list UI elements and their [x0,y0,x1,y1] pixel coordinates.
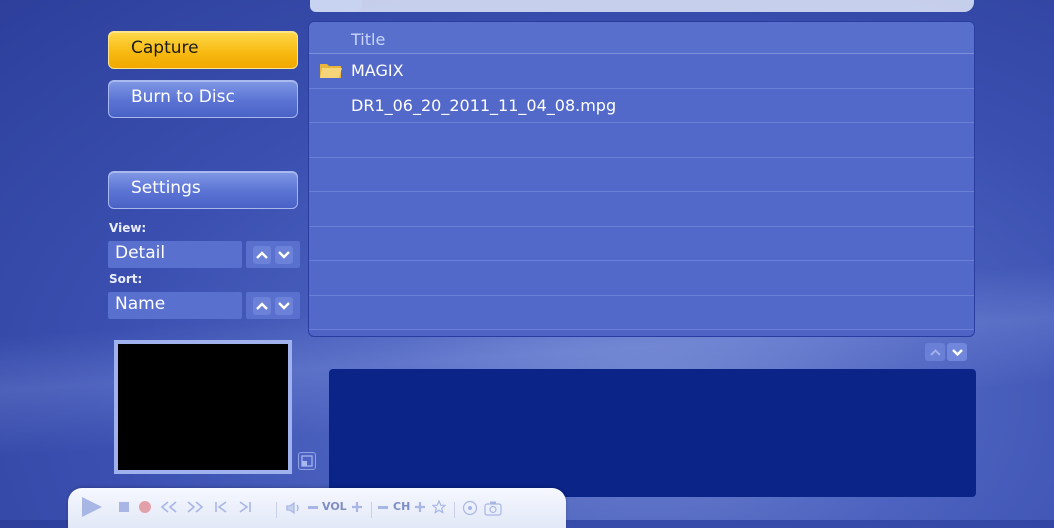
sort-stepper [246,292,300,319]
list-item-label: MAGIX [351,61,404,80]
view-up-button[interactable] [253,245,271,264]
camera-icon[interactable] [484,500,502,516]
file-list: Title MAGIX DR1_06_20_2011_11_04_08.mpg [308,21,975,337]
mute-icon[interactable] [286,501,302,515]
sort-up-button[interactable] [253,296,271,315]
chevron-up-icon [256,250,268,259]
skip-forward-icon[interactable] [236,501,252,513]
chevron-up-icon [256,301,268,310]
fullscreen-button[interactable] [298,452,316,470]
volume-up-icon[interactable] [351,501,363,513]
chevron-up-icon [929,348,941,356]
navigation-pad-icon[interactable] [462,500,478,516]
scroll-down-button[interactable] [947,343,967,361]
sort-select[interactable]: Name [108,292,242,319]
channel-label: CH [393,500,411,513]
top-bar [310,0,974,12]
scroll-up-button[interactable] [925,343,945,361]
divider [454,502,455,518]
chevron-down-icon [951,348,963,356]
rewind-icon[interactable] [160,501,178,513]
fullscreen-icon [301,455,313,467]
divider [276,502,277,518]
list-item[interactable]: DR1_06_20_2011_11_04_08.mpg [309,88,974,123]
video-preview[interactable] [114,340,292,474]
list-item-empty [309,261,974,296]
list-item[interactable]: MAGIX [309,54,974,89]
view-select[interactable]: Detail [108,241,242,268]
list-item-empty [309,123,974,158]
list-item-empty [309,157,974,192]
view-down-button[interactable] [275,245,293,264]
record-icon[interactable] [138,500,152,514]
list-item-empty [309,192,974,227]
top-bar-tab [310,0,362,12]
sort-label: Sort: [109,272,143,286]
skip-back-icon[interactable] [214,501,230,513]
settings-button[interactable]: Settings [108,171,298,209]
list-item-label: DR1_06_20_2011_11_04_08.mpg [351,95,617,115]
chevron-down-icon [278,301,290,310]
favorite-star-icon[interactable] [432,500,446,514]
transport-bar: VOL CH [68,488,566,528]
view-label: View: [109,221,147,235]
divider [371,502,372,518]
folder-icon [320,64,342,78]
column-header-title[interactable]: Title [309,22,974,54]
view-stepper [246,241,300,268]
volume-label: VOL [322,500,347,513]
capture-button[interactable]: Capture [108,31,298,69]
channel-down-icon[interactable] [378,506,388,510]
stop-icon[interactable] [118,501,130,513]
chevron-down-icon [278,250,290,259]
sort-down-button[interactable] [275,296,293,315]
fast-forward-icon[interactable] [186,501,204,513]
details-panel [329,369,976,497]
list-item-empty [309,226,974,261]
list-item-empty [309,295,974,330]
play-icon[interactable] [80,496,104,518]
burn-to-disc-button[interactable]: Burn to Disc [108,80,298,118]
volume-down-icon[interactable] [308,506,318,510]
list-scroll-controls [925,343,967,361]
channel-up-icon[interactable] [414,501,426,513]
